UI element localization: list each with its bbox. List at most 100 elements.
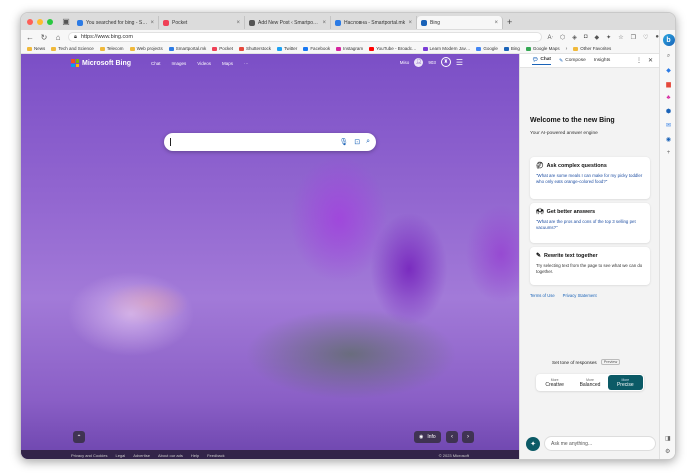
tab-item[interactable]: Pocket × bbox=[159, 16, 245, 29]
bookmark-label: Shutterstock bbox=[246, 46, 272, 51]
office-icon[interactable]: ⬢ bbox=[666, 108, 671, 115]
menu-icon[interactable]: ☰ bbox=[456, 58, 463, 67]
new-tab-button[interactable]: + bbox=[503, 17, 512, 27]
nav-videos[interactable]: Videos bbox=[197, 61, 211, 66]
footer-link[interactable]: About our ads bbox=[158, 453, 183, 458]
pin-icon[interactable]: ◆ bbox=[595, 34, 600, 41]
close-window-button[interactable] bbox=[27, 18, 33, 25]
suggestion-card[interactable]: 🤔︎ Ask complex questions "What are some … bbox=[530, 157, 650, 199]
minimize-window-button[interactable] bbox=[37, 18, 43, 25]
close-icon[interactable]: ✕ bbox=[648, 57, 653, 64]
tab-insights[interactable]: Insights bbox=[594, 58, 611, 63]
footer-link[interactable]: Advertise bbox=[133, 453, 150, 458]
previous-image-button[interactable]: ‹ bbox=[446, 431, 458, 443]
star-icon[interactable]: ☆ bbox=[618, 34, 623, 41]
bookmark-item[interactable]: News bbox=[27, 46, 45, 51]
tab-actions-icon[interactable]: ▣ bbox=[61, 17, 71, 27]
tab-close-icon[interactable]: × bbox=[408, 20, 412, 26]
pocket-icon[interactable]: ◘ bbox=[584, 34, 588, 41]
collections-icon[interactable]: ❐ bbox=[631, 34, 636, 41]
search-icon[interactable]: ⌕ bbox=[667, 53, 670, 60]
maximize-window-button[interactable] bbox=[47, 18, 53, 25]
new-topic-icon[interactable]: ✦ bbox=[526, 436, 540, 451]
scroll-up-button[interactable]: ⌃ bbox=[73, 431, 85, 443]
bookmark-item[interactable]: Other Favorites bbox=[573, 46, 611, 51]
tab-close-icon[interactable]: × bbox=[236, 20, 240, 26]
add-icon[interactable]: + bbox=[667, 150, 671, 156]
terms-link[interactable]: Terms of Use bbox=[530, 293, 555, 298]
rewards-points[interactable]: 903 bbox=[428, 60, 436, 65]
rewards-icon[interactable]: ♜ bbox=[440, 57, 451, 67]
bookmark-item[interactable]: Google bbox=[476, 46, 498, 51]
footer-link[interactable]: Privacy and Cookies bbox=[71, 453, 107, 458]
puzzle-icon[interactable]: ✦ bbox=[606, 34, 611, 41]
tab-chat[interactable]: 💬︎ Chat bbox=[532, 57, 552, 65]
image-info-button[interactable]: ◉ Info bbox=[414, 431, 441, 443]
nav-maps[interactable]: Maps bbox=[222, 61, 233, 66]
bing-chat-icon[interactable]: b bbox=[662, 34, 675, 46]
nav-chat[interactable]: Chat bbox=[151, 61, 161, 66]
bookmark-item[interactable]: YouTube - Broadc… bbox=[369, 46, 417, 51]
extension-icon[interactable]: ⬡ bbox=[560, 34, 565, 41]
tab-close-icon[interactable]: × bbox=[150, 20, 154, 26]
heart-icon[interactable]: ♡ bbox=[643, 34, 648, 41]
next-image-button[interactable]: › bbox=[462, 431, 474, 443]
tab-item[interactable]: Add New Post ‹ Smartportal.m… × bbox=[245, 16, 331, 29]
reload-icon[interactable]: ↻ bbox=[40, 33, 48, 42]
outlook-icon[interactable]: ✉ bbox=[666, 122, 671, 129]
footer-link[interactable]: Feedback bbox=[207, 453, 225, 458]
tone-creative-button[interactable]: More Creative bbox=[537, 375, 572, 390]
bookmark-item[interactable]: Web projects bbox=[129, 46, 163, 51]
tone-precise-button[interactable]: More Precise bbox=[607, 375, 643, 390]
footer-link[interactable]: Help bbox=[191, 453, 199, 458]
tag-icon[interactable]: ◆ bbox=[666, 67, 671, 74]
read-aloud-icon[interactable]: Aᐧ bbox=[548, 34, 554, 41]
tab-compose[interactable]: ✎ Compose bbox=[559, 58, 586, 64]
bing-logo[interactable]: Microsoft Bing bbox=[71, 59, 131, 67]
bookmark-item[interactable]: Learn Modern Jav… bbox=[422, 46, 470, 51]
briefcase-icon[interactable]: ▆ bbox=[666, 81, 671, 88]
tab-item[interactable]: Нaсловна - Smartportal.mk × bbox=[331, 16, 417, 29]
bookmark-item[interactable]: Tech and Science bbox=[51, 46, 94, 51]
bookmark-item[interactable]: Google Maps bbox=[525, 46, 560, 51]
more-options-icon[interactable]: ⋮ bbox=[636, 57, 642, 64]
bookmark-item[interactable]: Facebook bbox=[303, 46, 330, 51]
nav-more[interactable]: ··· bbox=[244, 61, 249, 66]
shield-icon[interactable]: ◈ bbox=[572, 34, 577, 41]
tab-close-icon[interactable]: × bbox=[494, 20, 498, 26]
footer-link[interactable]: Legal bbox=[115, 453, 125, 458]
bookmark-item[interactable]: Instagram bbox=[336, 46, 363, 51]
window-controls bbox=[21, 18, 61, 25]
suggestion-card[interactable]: 🙌︎ Get better answers "What are the pros… bbox=[530, 203, 650, 243]
bookmark-item[interactable]: Pocket bbox=[212, 46, 233, 51]
user-name[interactable]: Miso bbox=[400, 60, 410, 65]
bookmark-item[interactable]: Bing bbox=[503, 46, 520, 51]
folder-icon bbox=[99, 46, 105, 51]
address-bar[interactable]: 🔒︎ https://www.bing.com bbox=[68, 32, 542, 42]
search-input[interactable]: 🎙︎ ⊡ ⌕ bbox=[164, 133, 376, 151]
nav-images[interactable]: Images bbox=[172, 61, 187, 66]
bookmark-item[interactable]: Twitter bbox=[277, 46, 297, 51]
chat-input[interactable]: Ask me anything... bbox=[544, 436, 656, 451]
tab-item[interactable]: You searched for bing - Smar… × bbox=[73, 16, 159, 29]
privacy-link[interactable]: Privacy Statement bbox=[563, 293, 597, 298]
microphone-icon[interactable]: 🎙︎ bbox=[339, 138, 348, 146]
tools-icon[interactable]: ◉ bbox=[666, 136, 671, 143]
settings-icon[interactable]: ⚙ bbox=[665, 448, 670, 455]
bookmark-item[interactable]: Smartportal.mk bbox=[168, 46, 206, 51]
tab-item-active[interactable]: Bing × bbox=[417, 16, 503, 29]
bookmark-item[interactable]: Telecom bbox=[99, 46, 124, 51]
home-icon[interactable]: ⌂ bbox=[54, 33, 62, 42]
visual-search-icon[interactable]: ⊡ bbox=[354, 138, 360, 146]
suggestion-card[interactable]: ✎ Rewrite text together Try selecting te… bbox=[530, 247, 650, 285]
chevron-right-icon[interactable]: › bbox=[566, 46, 568, 52]
bookmark-item[interactable]: Shutterstock bbox=[239, 46, 271, 51]
favicon-icon bbox=[168, 46, 174, 51]
tone-balanced-button[interactable]: More Balanced bbox=[572, 375, 607, 390]
tab-close-icon[interactable]: × bbox=[322, 20, 326, 26]
back-icon[interactable]: ← bbox=[26, 33, 34, 42]
avatar[interactable]: 👤︎ bbox=[414, 57, 424, 67]
games-icon[interactable]: ♣ bbox=[667, 95, 671, 101]
split-screen-icon[interactable]: ◨ bbox=[665, 435, 671, 442]
search-icon[interactable]: ⌕ bbox=[366, 138, 370, 146]
